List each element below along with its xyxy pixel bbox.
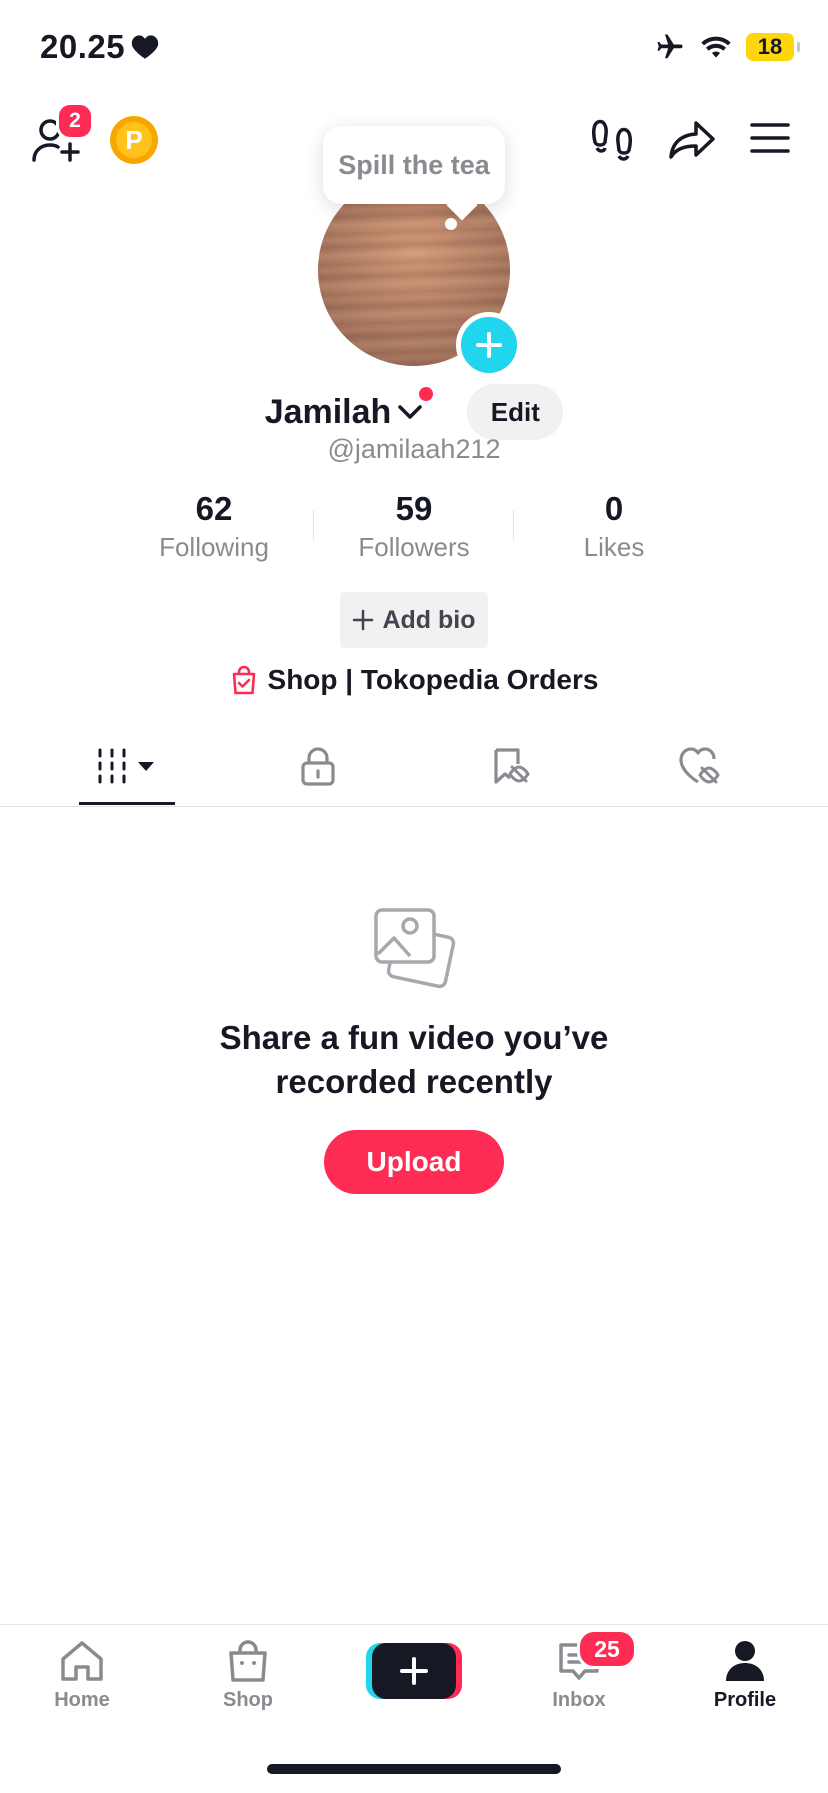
grid-videos-icon (98, 748, 154, 784)
empty-state-title: Share a fun video you’ve recorded recent… (0, 1016, 828, 1104)
stat-likes[interactable]: 0 Likes (514, 490, 714, 563)
content-tabs (0, 726, 828, 807)
tab-liked[interactable] (660, 726, 740, 806)
battery-indicator: 18 (746, 33, 800, 61)
tab-private[interactable] (278, 726, 358, 806)
username: @jamilaah212 (327, 434, 501, 464)
share-arrow-icon (669, 121, 715, 159)
profile-views-button[interactable] (592, 118, 632, 162)
stat-value: 59 (395, 490, 433, 527)
display-name: Jamilah (264, 392, 392, 431)
status-indicators: 18 (654, 32, 800, 62)
stat-label: Likes (583, 532, 645, 562)
home-icon (61, 1641, 103, 1681)
create-button[interactable] (372, 1643, 456, 1699)
nav-profile-label: Profile (713, 1689, 777, 1711)
shop-bag-icon (229, 1640, 267, 1682)
nav-home-label: Home (54, 1689, 110, 1711)
name-row: Jamilah Edit (0, 384, 828, 440)
note-tooltip-text: Spill the tea (338, 149, 490, 180)
profile-icon (726, 1641, 764, 1681)
tab-videos[interactable] (79, 726, 175, 806)
inbox-badge: 25 (577, 1629, 637, 1669)
inbox-badge-count: 25 (594, 1635, 620, 1662)
add-bio-label: Add bio (382, 605, 476, 634)
friends-badge: 2 (56, 102, 94, 140)
tab-favorites[interactable] (470, 726, 550, 806)
empty-title-line1: Share a fun video you’ve (219, 1019, 609, 1056)
nav-shop-label: Shop (223, 1689, 273, 1711)
points-coin-letter: P (125, 124, 143, 155)
note-tooltip[interactable]: Spill the tea (323, 126, 505, 204)
wifi-icon (701, 36, 731, 58)
status-time-text: 20.25 (40, 28, 126, 65)
plus-icon (476, 332, 502, 358)
avatar-add-button[interactable] (456, 312, 522, 378)
photos-icon (374, 908, 456, 989)
bookmark-hidden-icon (494, 748, 530, 784)
upload-button[interactable]: Upload (324, 1130, 504, 1194)
active-tab-indicator (79, 802, 175, 805)
shop-orders-link[interactable]: Shop | Tokopedia Orders (0, 664, 828, 696)
chevron-down-icon (398, 405, 423, 419)
lock-icon (301, 747, 335, 786)
empty-title-line2: recorded recently (275, 1063, 553, 1100)
heart-icon (131, 35, 159, 59)
plus-icon (353, 609, 374, 631)
home-indicator (267, 1764, 561, 1774)
battery-level: 18 (757, 34, 783, 59)
add-bio-button[interactable]: Add bio (340, 592, 488, 648)
stat-label: Followers (358, 532, 470, 562)
nav-shop[interactable]: Shop (188, 1639, 308, 1712)
stats-row: 62 Following 59 Followers 0 Likes (0, 490, 828, 563)
heart-hidden-icon (679, 747, 720, 784)
edit-profile-label: Edit (490, 396, 540, 427)
stat-followers[interactable]: 59 Followers (314, 490, 514, 563)
stat-label: Following (159, 532, 269, 562)
notification-dot (419, 386, 434, 401)
hamburger-icon (750, 123, 790, 153)
nav-home[interactable]: Home (22, 1639, 142, 1712)
shop-orders-label: Shop | Tokopedia Orders (267, 664, 599, 695)
upload-label: Upload (366, 1146, 462, 1177)
shopping-bag-icon (232, 665, 255, 695)
empty-photos-icon (372, 906, 458, 992)
stat-value: 62 (195, 490, 233, 527)
stat-following[interactable]: 62 Following (114, 490, 314, 563)
note-indicator-dot (445, 218, 457, 230)
nav-profile[interactable]: Profile (685, 1639, 805, 1712)
airplane-icon (657, 34, 683, 59)
friends-badge-count: 2 (69, 109, 81, 132)
points-button[interactable]: P (110, 116, 158, 164)
share-profile-button[interactable] (668, 120, 716, 160)
display-name-switcher[interactable]: Jamilah (264, 386, 434, 432)
status-time: 20.25 (40, 28, 159, 66)
plus-icon (400, 1657, 428, 1685)
nav-inbox-label: Inbox (552, 1689, 606, 1711)
edit-profile-button[interactable]: Edit (467, 384, 564, 440)
points-coin-icon: P (116, 122, 152, 158)
menu-button[interactable] (750, 122, 790, 154)
footprints-icon (592, 119, 632, 161)
stat-value: 0 (604, 490, 624, 527)
